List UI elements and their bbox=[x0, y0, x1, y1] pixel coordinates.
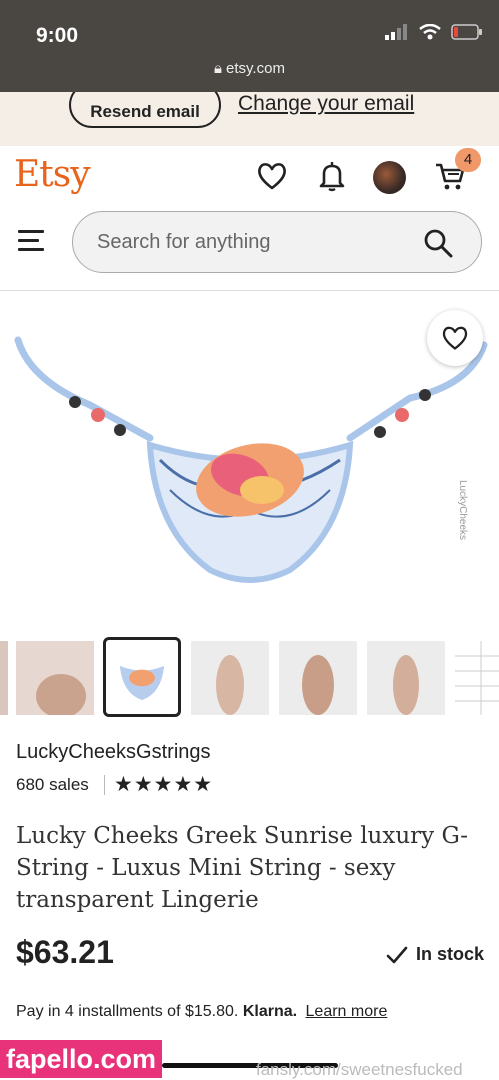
thumbnail-selected[interactable] bbox=[103, 637, 181, 717]
resend-email-button[interactable]: Resend email bbox=[69, 92, 221, 128]
status-icons bbox=[385, 24, 483, 40]
installments-info: Pay in 4 installments of $15.80. Klarna.… bbox=[16, 1003, 387, 1021]
address-bar[interactable]: 🔒︎ etsy.com bbox=[0, 60, 499, 77]
stock-status: In stock bbox=[386, 944, 484, 965]
thumbnail[interactable] bbox=[191, 641, 269, 715]
image-watermark: LuckyCheeks bbox=[457, 480, 468, 541]
battery-icon bbox=[451, 24, 482, 40]
url-text: etsy.com bbox=[226, 60, 285, 77]
product-image[interactable] bbox=[0, 300, 499, 620]
thumbnail[interactable] bbox=[0, 641, 8, 715]
sales-count: 680 sales bbox=[16, 775, 89, 794]
thumbnail-strip[interactable] bbox=[0, 637, 499, 719]
learn-more-link[interactable]: Learn more bbox=[306, 1003, 388, 1020]
hamburger-menu-icon[interactable] bbox=[18, 230, 44, 252]
fapello-watermark: fapello.com bbox=[0, 1040, 162, 1078]
user-avatar[interactable] bbox=[373, 161, 406, 194]
shop-name-link[interactable]: LuckyCheeksGstrings bbox=[16, 741, 211, 764]
notifications-bell-icon[interactable] bbox=[316, 160, 348, 192]
lock-icon: 🔒︎ bbox=[214, 60, 223, 77]
signal-icon bbox=[385, 24, 407, 40]
divider bbox=[104, 775, 105, 795]
change-email-link[interactable]: Change your email bbox=[238, 92, 414, 116]
installments-text: Pay in 4 installments of $15.80. bbox=[16, 1003, 239, 1020]
clock: 9:00 bbox=[36, 24, 79, 47]
status-bar: 9:00 🔒︎ etsy.com bbox=[0, 0, 499, 92]
thumbnail[interactable] bbox=[16, 641, 94, 715]
header-divider bbox=[0, 290, 499, 291]
rating-stars[interactable]: ★★★★★ bbox=[114, 772, 213, 797]
search-placeholder: Search for anything bbox=[97, 231, 271, 253]
product-title: Lucky Cheeks Greek Sunrise luxury G-Stri… bbox=[16, 823, 469, 913]
cart-count-badge: 4 bbox=[455, 148, 481, 172]
klarna-logo: Klarna. bbox=[242, 1003, 298, 1020]
favorite-button[interactable] bbox=[427, 310, 483, 366]
checkmark-icon bbox=[386, 946, 408, 963]
thumbnail[interactable] bbox=[279, 641, 357, 715]
heart-icon bbox=[442, 326, 468, 350]
product-price: $63.21 bbox=[16, 934, 114, 970]
wifi-icon bbox=[419, 24, 441, 40]
verify-email-banner: Resend email Change your email bbox=[0, 92, 499, 146]
etsy-logo[interactable]: Etsy bbox=[14, 154, 91, 195]
search-icon[interactable] bbox=[423, 228, 453, 258]
stock-label: In stock bbox=[416, 944, 485, 964]
thumbnail-size-chart[interactable] bbox=[455, 641, 499, 715]
favorites-heart-icon[interactable] bbox=[256, 160, 288, 192]
fansly-watermark: fansly.com/sweetnesfucked bbox=[256, 1060, 463, 1079]
search-input[interactable]: Search for anything bbox=[72, 211, 482, 273]
thumbnail[interactable] bbox=[367, 641, 445, 715]
